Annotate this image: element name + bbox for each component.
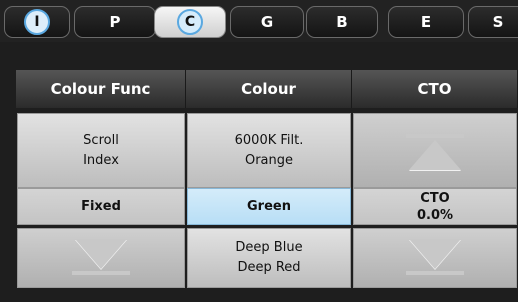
cto-increase-button[interactable] [353,113,517,188]
column-header-colour-func: Colour Func [16,70,186,108]
tab-position[interactable]: P [74,6,156,38]
cto-value-percent: 0.0% [416,207,454,223]
colour-scroll-up-button[interactable]: 6000K Filt. Orange [187,113,351,188]
tab-gobo[interactable]: G [230,6,304,38]
cto-decrease-button[interactable] [353,228,517,288]
tab-gobo-label: G [260,13,274,31]
colour-prev-option-1: 6000K Filt. [234,132,304,148]
tab-effect-label: E [420,13,432,31]
tab-colour-label: C [184,14,196,30]
colour-func-scroll-down-button[interactable] [17,228,185,288]
tab-colour[interactable]: C [154,6,226,38]
cto-value: CTO 0.0% [353,188,517,225]
tab-intensity-circle: I [24,9,50,35]
tab-special-label: S [492,13,504,31]
tab-intensity-label: I [34,14,40,30]
scroll-down-icon [72,239,130,277]
tab-special[interactable]: S [468,6,518,38]
cto-value-label: CTO [420,190,450,206]
tab-beam[interactable]: B [306,6,378,38]
colour-prev-option-2: Orange [244,152,294,168]
colour-scroll-down-button[interactable]: Deep Blue Deep Red [187,228,351,288]
attribute-tab-strip: I P C G B E S [0,0,518,42]
column-header-colour: Colour [186,70,352,108]
colour-next-option-1: Deep Blue [235,240,303,255]
colour-next-option-2: Deep Red [237,260,301,275]
scroll-up-icon [406,132,464,170]
column-header-cto: CTO [352,70,518,108]
colour-parameter-panel: I P C G B E S Colour Func Colour CTO Scr… [0,0,518,302]
colour-func-value: Fixed [17,188,185,225]
tab-intensity[interactable]: I [4,6,70,38]
colour-func-prev-option-1: Scroll [83,132,119,148]
scroll-down-icon [406,239,464,277]
tab-position-label: P [109,13,121,31]
tab-effect[interactable]: E [388,6,464,38]
colour-func-prev-option-2: Index [83,152,119,168]
tab-beam-label: B [336,13,348,31]
tab-colour-circle: C [177,9,203,35]
colour-func-scroll-up-button[interactable]: Scroll Index [17,113,185,188]
colour-value-selected[interactable]: Green [187,188,351,225]
